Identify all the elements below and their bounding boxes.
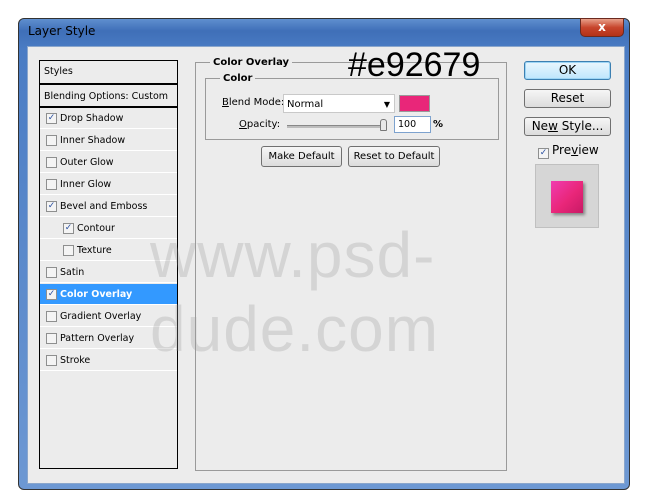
style-item-label: Inner Shadow [60,135,126,146]
opacity-label: Opacity: [239,119,280,130]
style-item-bevel-and-emboss[interactable]: ✓ Bevel and Emboss [40,196,177,217]
style-item-label: Contour [77,223,115,234]
reset-to-default-button[interactable]: Reset to Default [348,146,440,167]
opacity-input[interactable]: 100 [394,116,431,133]
label-part: iew [578,143,599,157]
style-item-label: Bevel and Emboss [60,201,148,212]
close-button[interactable]: x [580,18,624,37]
label-text: lend Mode: [228,97,285,108]
styles-header-label: Styles [44,66,73,77]
label-part: Style... [557,119,604,133]
checkbox-unchecked-icon[interactable] [46,333,57,344]
style-item-inner-glow[interactable]: Inner Glow [40,174,177,195]
percent-sign: % [433,119,444,130]
style-item-inner-shadow[interactable]: Inner Shadow [40,130,177,151]
chevron-down-icon: ▼ [383,100,390,109]
blend-mode-select[interactable]: Normal ▼ [283,94,395,113]
checkbox-unchecked-icon[interactable] [46,135,57,146]
checkbox-checked-icon[interactable]: ✓ [46,201,57,212]
accel: B [222,97,229,108]
window-title: Layer Style [28,24,96,38]
label-part: Ne [531,119,549,133]
label-part: Pre [552,143,572,157]
blend-mode-value: Normal [287,99,324,110]
checkbox-unchecked-icon[interactable] [46,267,57,278]
style-item-label: Pattern Overlay [60,333,135,344]
blend-mode-label: Blend Mode: [222,97,284,108]
style-item-label: Inner Glow [60,179,112,190]
blending-options-label: Blending Options: Custom [44,91,169,102]
label-text: pacity: [246,119,281,130]
accel: O [239,119,247,130]
opacity-slider-thumb[interactable] [380,119,387,131]
checkbox-checked-icon: ✓ [538,148,549,159]
checkbox-unchecked-icon[interactable] [46,179,57,190]
styles-header[interactable]: Styles [40,61,177,85]
style-item-drop-shadow[interactable]: ✓ Drop Shadow [40,108,177,129]
accel: w [548,119,558,133]
make-default-button[interactable]: Make Default [261,146,342,167]
opacity-value: 100 [398,119,417,130]
ok-button[interactable]: OK [524,61,611,80]
checkbox-unchecked-icon[interactable] [46,355,57,366]
style-item-outer-glow[interactable]: Outer Glow [40,152,177,173]
checkbox-unchecked-icon[interactable] [63,245,74,256]
opacity-slider-track[interactable] [287,125,387,128]
checkbox-checked-icon[interactable]: ✓ [46,113,57,124]
blending-options-item[interactable]: Blending Options: Custom [40,87,177,108]
style-item-label: Satin [60,267,85,278]
checkbox-unchecked-icon[interactable] [46,311,57,322]
style-item-label: Outer Glow [60,157,114,168]
style-item-label: Color Overlay [60,289,133,300]
panel-title: Color Overlay [210,57,293,68]
style-item-label: Gradient Overlay [60,311,142,322]
checkbox-unchecked-icon[interactable] [46,157,57,168]
style-item-label: Texture [77,245,112,256]
preview-shape [551,181,583,213]
style-item-label: Drop Shadow [60,113,124,124]
overlay-color-swatch[interactable] [399,95,430,112]
reset-button[interactable]: Reset [524,89,611,108]
new-style-button[interactable]: New Style... [524,117,611,136]
preview-checkbox[interactable]: ✓ Preview [538,143,599,159]
checkbox-checked-icon[interactable]: ✓ [63,223,74,234]
color-annotation: #e92679 [348,46,481,84]
color-group-title: Color [220,73,256,84]
style-item-label: Stroke [60,355,91,366]
checkbox-checked-icon[interactable]: ✓ [46,289,57,300]
